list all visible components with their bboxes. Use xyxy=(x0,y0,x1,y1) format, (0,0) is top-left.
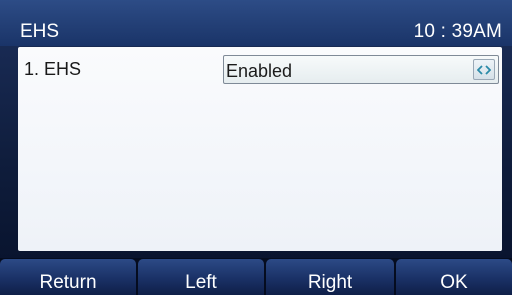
return-softkey[interactable]: Return xyxy=(0,259,136,295)
clock: 10 : 39AM xyxy=(413,21,502,42)
title-bar: EHS 10 : 39AM xyxy=(0,0,512,46)
setting-label-ehs: 1. EHS xyxy=(24,59,82,79)
settings-panel: 1. EHS Enabled xyxy=(18,47,502,251)
ehs-value-selector[interactable]: Enabled xyxy=(223,55,499,84)
right-softkey[interactable]: Right xyxy=(266,259,394,295)
left-right-arrows-icon[interactable] xyxy=(473,59,495,80)
page-title: EHS xyxy=(20,21,60,42)
left-softkey[interactable]: Left xyxy=(138,259,264,295)
left-right-arrows-glyph xyxy=(477,64,491,75)
ehs-value: Enabled xyxy=(226,61,293,81)
phone-screen: EHS 10 : 39AM 1. EHS Enabled Return Left… xyxy=(0,0,512,295)
softkey-bar: Return Left Right OK xyxy=(0,258,512,295)
ok-softkey[interactable]: OK xyxy=(396,259,512,295)
